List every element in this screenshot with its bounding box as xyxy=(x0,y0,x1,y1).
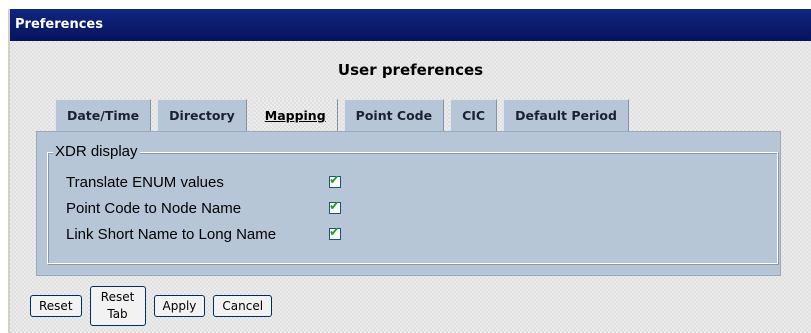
tab-default-period[interactable]: Default Period xyxy=(503,99,629,131)
tab-directory[interactable]: Directory xyxy=(157,99,247,131)
window-title-bar: Preferences xyxy=(10,9,811,41)
checkmark-icon: ✔ xyxy=(329,199,340,214)
point-code-to-node-checkbox[interactable]: ✔ xyxy=(329,199,341,214)
tab-bar: Date/Time Directory Mapping Point Code C… xyxy=(55,99,629,131)
apply-button[interactable]: Apply xyxy=(153,295,206,317)
button-bar: Reset Reset Tab Apply Cancel xyxy=(30,286,273,326)
xdr-display-legend: XDR display xyxy=(53,143,140,161)
tab-date-time[interactable]: Date/Time xyxy=(55,99,152,131)
link-short-to-long-checkbox[interactable]: ✔ xyxy=(329,225,341,240)
cancel-button[interactable]: Cancel xyxy=(213,295,273,317)
point-code-to-node-label: Point Code to Node Name xyxy=(66,199,242,217)
tab-mapping[interactable]: Mapping xyxy=(252,99,338,131)
xdr-display-group: XDR display Translate ENUM values ✔ Poin… xyxy=(47,143,778,264)
mapping-tab-panel: XDR display Translate ENUM values ✔ Poin… xyxy=(36,131,781,276)
link-short-to-long-row: Link Short Name to Long Name ✔ xyxy=(66,223,341,245)
link-short-to-long-label: Link Short Name to Long Name xyxy=(66,225,277,243)
checkmark-icon: ✔ xyxy=(329,225,340,240)
translate-enum-row: Translate ENUM values ✔ xyxy=(66,171,341,193)
point-code-to-node-row: Point Code to Node Name ✔ xyxy=(66,197,341,219)
checkmark-icon: ✔ xyxy=(329,173,340,188)
reset-button[interactable]: Reset xyxy=(30,295,82,317)
tab-point-code[interactable]: Point Code xyxy=(343,99,445,131)
tab-cic[interactable]: CIC xyxy=(450,99,498,131)
preferences-window: Preferences User preferences Date/Time D… xyxy=(8,9,811,333)
page-title: User preferences xyxy=(337,61,484,79)
translate-enum-checkbox[interactable]: ✔ xyxy=(329,173,341,188)
reset-tab-button[interactable]: Reset Tab xyxy=(89,286,146,326)
translate-enum-label: Translate ENUM values xyxy=(66,173,224,191)
